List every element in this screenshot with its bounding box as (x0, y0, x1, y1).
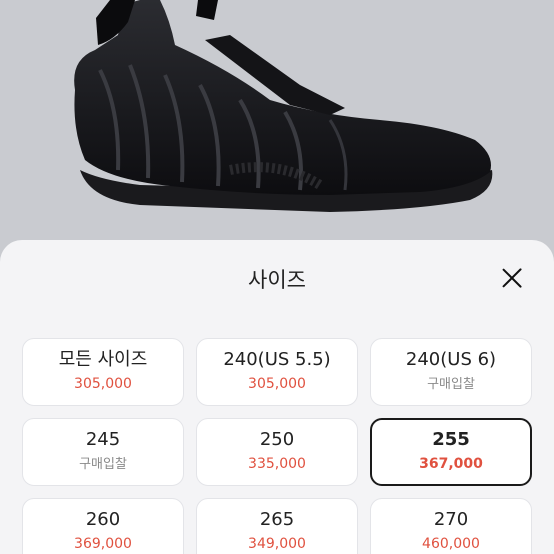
size-label: 270 (433, 509, 469, 530)
size-option[interactable]: 265 349,000 (196, 498, 358, 554)
size-price: 369,000 (74, 536, 132, 552)
bid-label: 구매입찰 (427, 377, 475, 392)
size-grid: 모든 사이즈 305,000 240(US 5.5) 305,000 240(US 6)… (22, 338, 534, 554)
size-option[interactable]: 245 구매입찰 (22, 418, 184, 486)
size-label: 245 (85, 429, 121, 450)
size-price: 335,000 (248, 456, 306, 472)
bid-label: 구매입찰 (79, 457, 127, 472)
size-label: 240(US 6) (405, 349, 497, 370)
size-option[interactable]: 260 369,000 (22, 498, 184, 554)
sheet-title: 사이즈 (248, 268, 306, 292)
size-option[interactable]: 270 460,000 (370, 498, 532, 554)
size-price: 367,000 (419, 456, 483, 472)
size-price: 349,000 (248, 536, 306, 552)
product-image-area (0, 0, 554, 245)
size-option[interactable]: 모든 사이즈 305,000 (22, 338, 184, 406)
size-option[interactable]: 255 367,000 (370, 418, 532, 486)
size-option[interactable]: 250 335,000 (196, 418, 358, 486)
size-label: 240(US 5.5) (223, 349, 331, 370)
size-label: 255 (432, 429, 470, 450)
size-option[interactable]: 240(US 5.5) 305,000 (196, 338, 358, 406)
size-option[interactable]: 240(US 6) 구매입찰 (370, 338, 532, 406)
size-label: 260 (85, 509, 121, 530)
close-icon[interactable] (500, 266, 524, 290)
size-price: 305,000 (248, 376, 306, 392)
size-bottom-sheet: 사이즈 모든 사이즈 305,000 240(US 5.5) 305,000 240(U… (0, 240, 554, 554)
size-label: 모든 사이즈 (58, 349, 148, 370)
size-label: 265 (259, 509, 295, 530)
sneaker-image (74, 0, 493, 212)
size-price: 460,000 (422, 536, 480, 552)
size-label: 250 (259, 429, 295, 450)
size-price: 305,000 (74, 376, 132, 392)
